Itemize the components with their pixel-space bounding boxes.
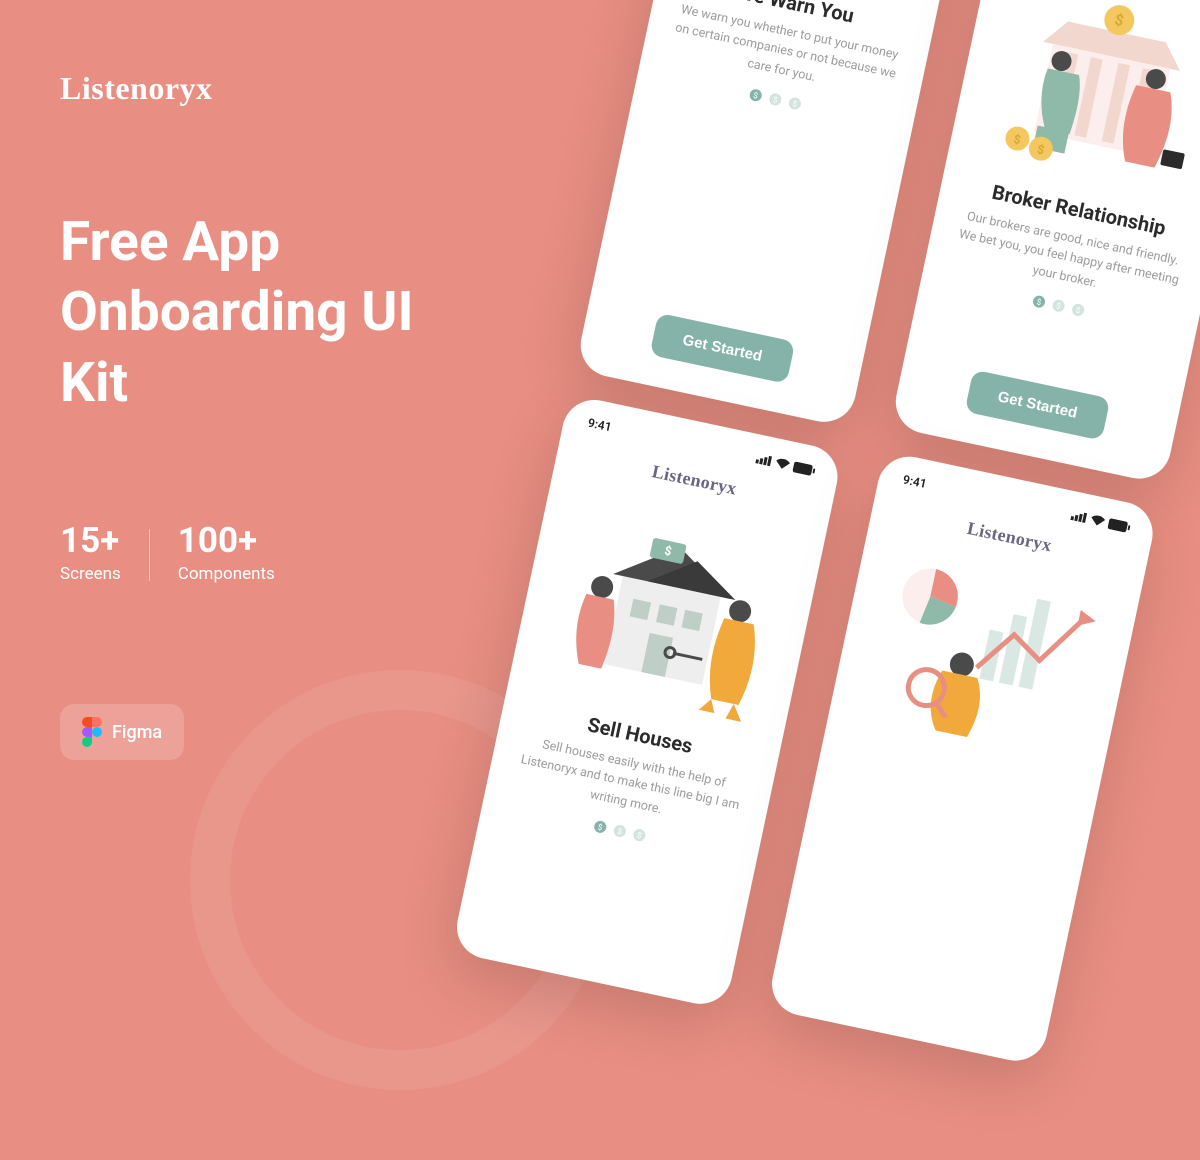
signal-icon [755,453,773,466]
dot-icon: $ [1071,303,1085,317]
stats-divider [149,529,150,581]
phone-mockup-grid: $ $ We Warn You We warn you whether to p… [385,0,1200,1160]
stat-screens: 15+ Screens [60,523,121,584]
brand-logo: Listenoryx [60,70,480,107]
sell-illustration: $ [524,482,812,730]
promo-panel: Listenoryx Free App Onboarding UI Kit 15… [60,70,480,760]
broker-illustration: $ $ $ [962,0,1200,205]
phone-broker: 9:41 Listenoryx $ [890,0,1200,485]
status-icons [755,453,816,476]
phone-analytics: 9:41 Listenoryx [766,451,1158,1067]
hero-title: Free App Onboarding UI Kit [60,207,480,418]
stats-row: 15+ Screens 100+ Components [60,523,480,584]
figma-label: Figma [112,722,162,743]
status-time: 9:41 [587,416,613,435]
dot-icon: $ [1051,299,1065,313]
dot-icon: $ [749,88,763,102]
get-started-button[interactable]: Get Started [964,369,1111,440]
get-started-button[interactable]: Get Started [649,313,796,384]
analytics-illustration [844,535,1128,763]
battery-icon [792,461,816,476]
figma-chip[interactable]: Figma [60,704,184,760]
dot-icon: $ [632,828,646,842]
figma-icon [82,717,102,747]
dot-icon: $ [593,820,607,834]
dot-icon: $ [788,97,802,111]
stat-components: 100+ Components [178,523,275,584]
signal-icon [1070,510,1088,523]
stat-screens-count: 15+ [60,523,121,558]
wifi-icon [1090,514,1106,527]
stat-screens-label: Screens [60,564,121,584]
status-time: 9:41 [902,472,928,491]
wifi-icon [775,458,791,471]
stat-components-count: 100+ [178,523,275,558]
battery-icon [1107,518,1131,533]
dot-icon: $ [1032,295,1046,309]
stat-components-label: Components [178,564,275,584]
dot-icon: $ [613,824,627,838]
status-icons [1070,510,1131,533]
dot-icon: $ [768,92,782,106]
